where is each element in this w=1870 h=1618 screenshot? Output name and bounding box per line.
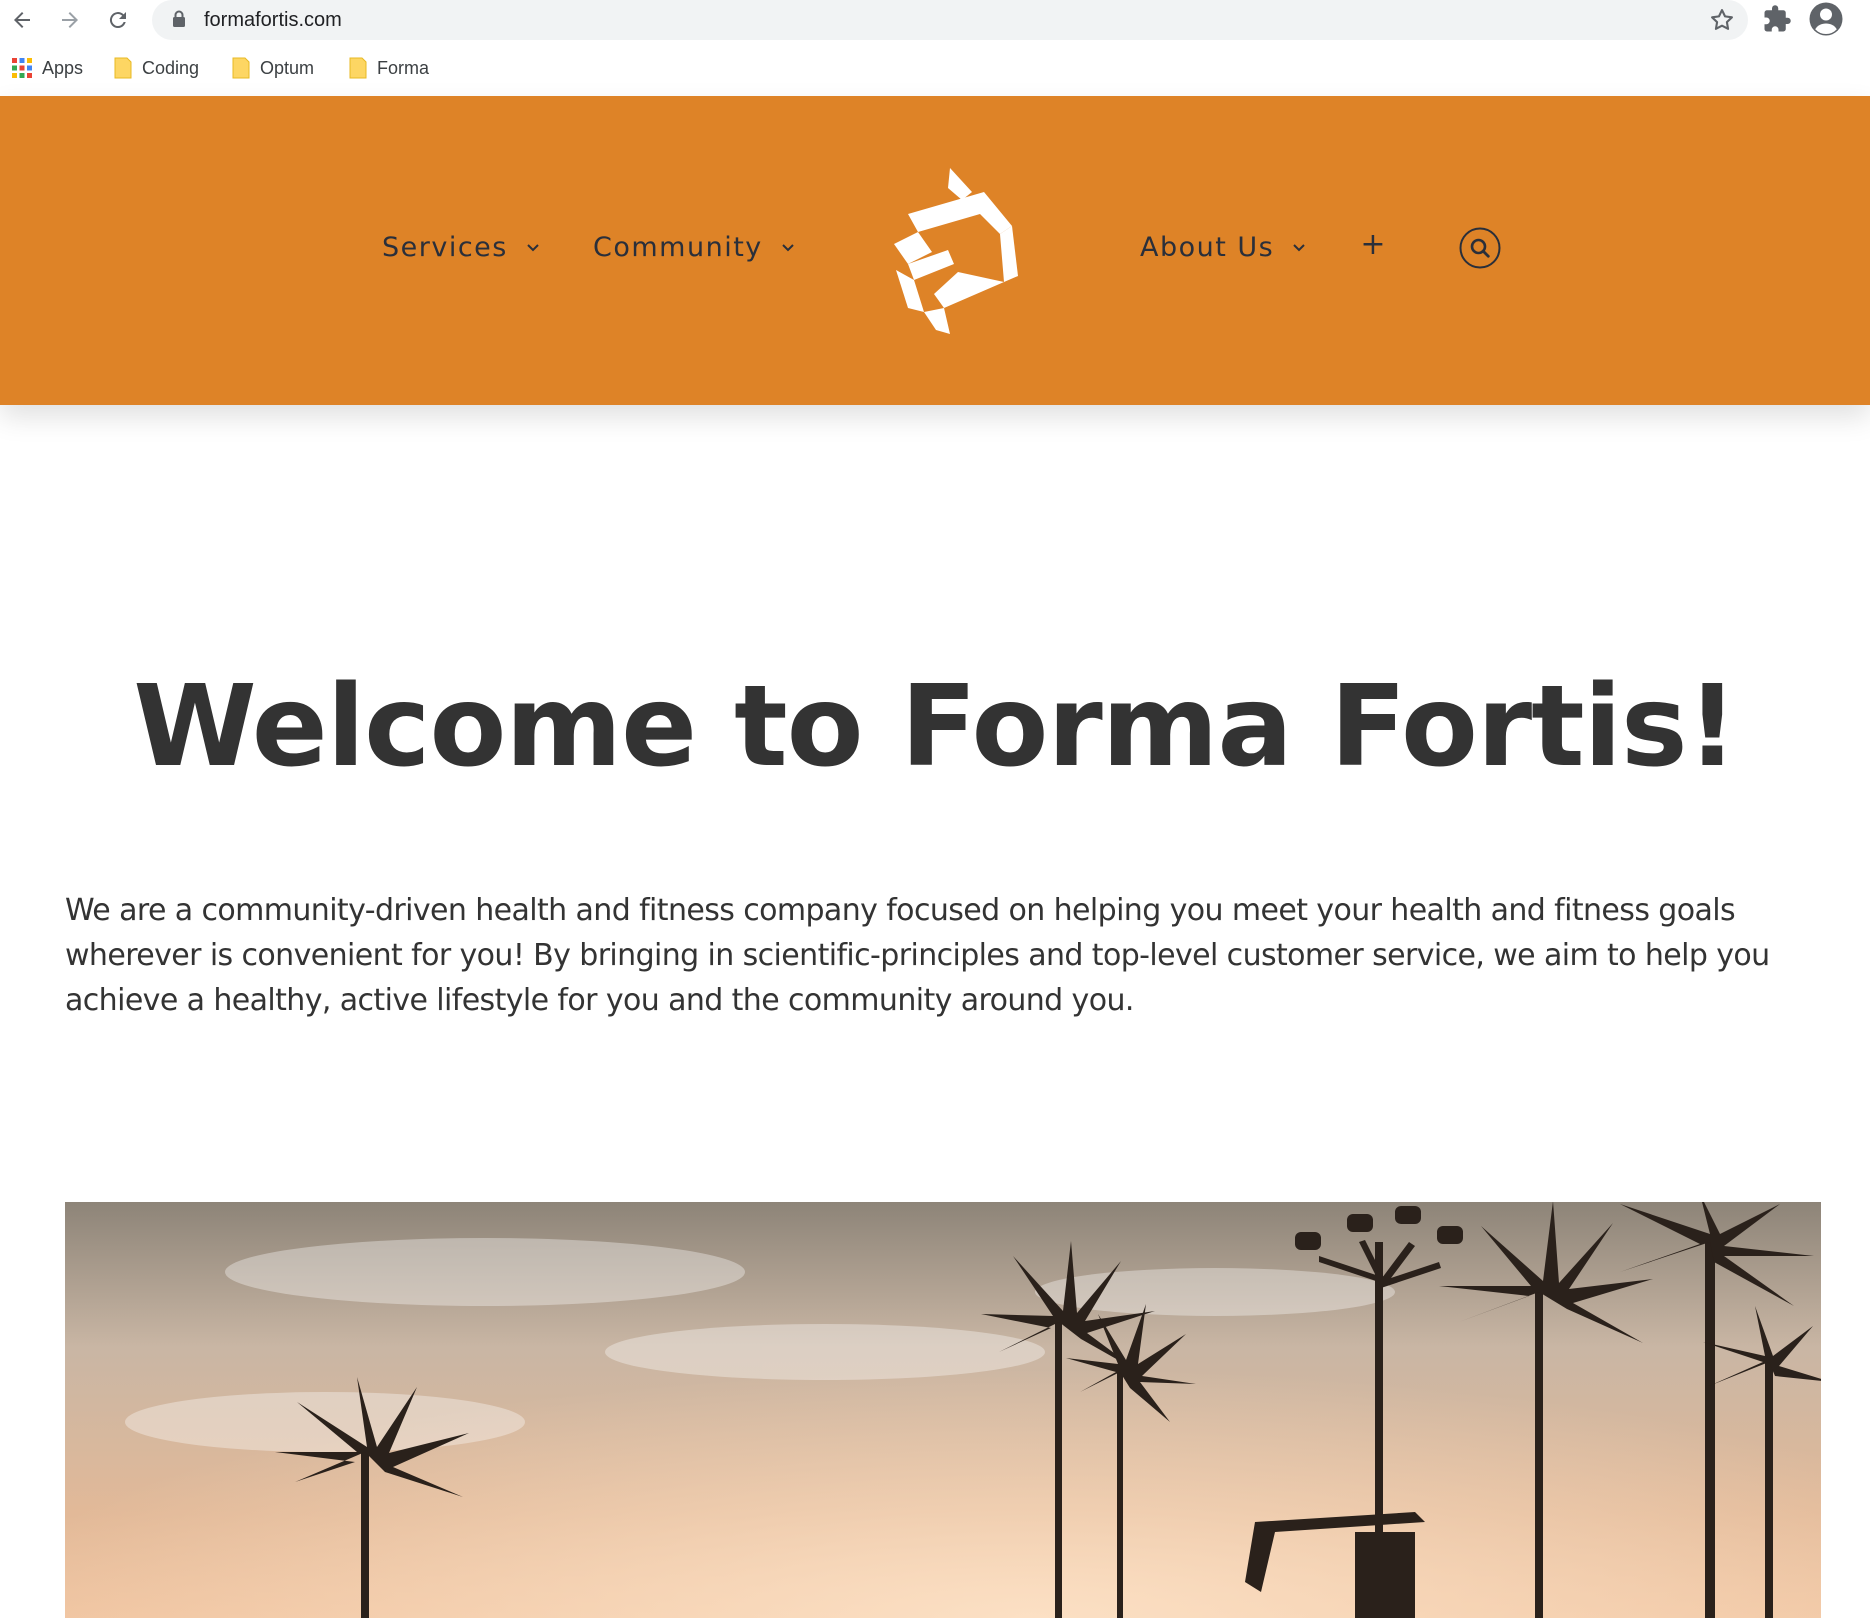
- bookmark-label: Coding: [142, 57, 200, 78]
- nav-label: Community: [593, 231, 763, 263]
- bookmark-coding[interactable]: Coding: [114, 54, 199, 82]
- folder-icon: [349, 57, 367, 79]
- back-arrow-icon: [14, 12, 30, 28]
- search-button[interactable]: [1459, 227, 1501, 269]
- folder-icon: [114, 57, 132, 79]
- profile-button[interactable]: [1808, 1, 1844, 42]
- chevron-down-icon: [527, 244, 539, 252]
- extensions-button[interactable]: [1762, 4, 1792, 39]
- intro-paragraph: We are a community-driven health and fit…: [65, 893, 1770, 1018]
- bookmark-label: Optum: [260, 57, 315, 78]
- page-title: Welcome to Forma Fortis!: [133, 662, 1738, 792]
- reload-icon: [109, 12, 126, 29]
- bookmark-forma[interactable]: Forma: [349, 54, 429, 82]
- address-bar[interactable]: formafortis.com: [152, 0, 1748, 40]
- nav-community[interactable]: Community: [593, 231, 795, 263]
- chevron-down-icon: [782, 244, 794, 252]
- search-icon: [1459, 227, 1501, 269]
- forma-fortis-logo[interactable]: [888, 168, 1020, 334]
- star-icon[interactable]: [1708, 6, 1736, 39]
- bookmark-label: Apps: [42, 57, 84, 78]
- lock-icon: [172, 10, 186, 33]
- bookmark-optum[interactable]: Optum: [232, 54, 314, 82]
- forward-button[interactable]: [52, 2, 88, 38]
- plus-button[interactable]: +: [1360, 227, 1386, 263]
- bookmark-label: Forma: [377, 57, 430, 78]
- apps-grid-icon: [12, 58, 32, 78]
- site-header: Services Community About Us +: [0, 96, 1870, 405]
- nav-about-us[interactable]: About Us: [1140, 231, 1306, 263]
- url-text[interactable]: formafortis.com: [204, 9, 342, 32]
- browser-toolbar: formafortis.com: [0, 0, 1870, 40]
- folder-icon: [232, 57, 250, 79]
- chevron-down-icon: [1293, 244, 1305, 252]
- hero-image: [65, 1202, 1821, 1618]
- reload-button[interactable]: [100, 2, 136, 38]
- puzzle-icon: [1764, 5, 1791, 32]
- account-icon: [1809, 2, 1843, 36]
- forward-arrow-icon: [62, 12, 78, 28]
- nav-label: Services: [382, 231, 508, 263]
- nav-label: About Us: [1140, 231, 1275, 263]
- nav-services[interactable]: Services: [382, 231, 540, 263]
- back-button[interactable]: [4, 2, 40, 38]
- bookmark-apps[interactable]: Apps: [12, 54, 83, 82]
- bookmarks-bar: Apps Coding Optum Forma: [0, 48, 1870, 88]
